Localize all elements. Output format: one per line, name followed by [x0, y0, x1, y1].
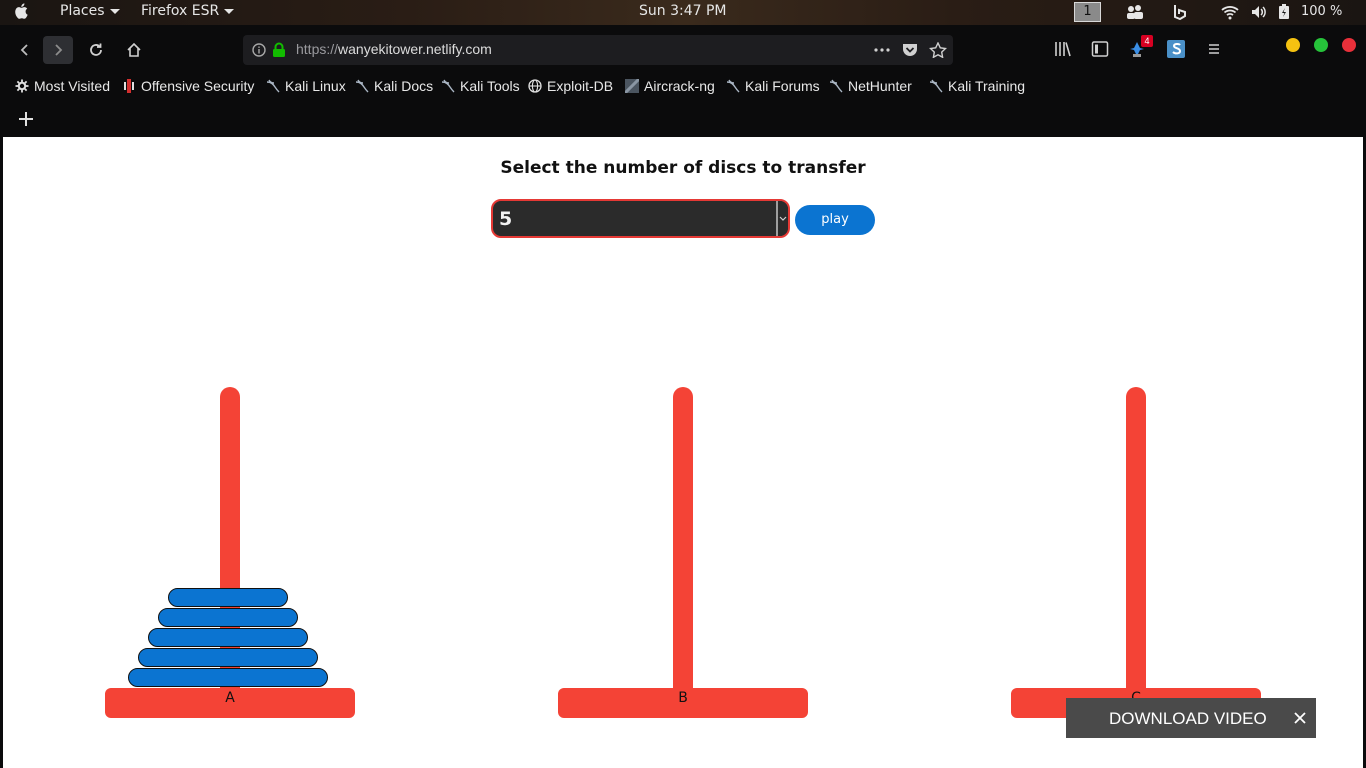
tower-label: B — [678, 690, 688, 706]
offsec-icon — [124, 79, 134, 93]
kali-dragon-icon — [266, 79, 280, 93]
sidebar-icon[interactable] — [1090, 39, 1110, 59]
download-video-bar[interactable]: DOWNLOAD VIDEO — [1066, 698, 1316, 738]
url-bar[interactable]: https://wanyekitower.netlify.com — [243, 35, 953, 65]
tower-pole — [673, 387, 693, 697]
bookmark-kali-docs[interactable]: Kali Docs — [355, 78, 433, 94]
battery-icon[interactable] — [1278, 4, 1290, 20]
workspace-indicator[interactable]: 1 — [1074, 2, 1101, 22]
clock[interactable]: Sun 3:47 PM — [639, 3, 727, 19]
chevron-down-icon — [109, 8, 120, 14]
web-page: Select the number of discs to transfer 5… — [3, 137, 1363, 768]
close-window-button[interactable] — [1342, 38, 1356, 52]
bookmark-most-visited[interactable]: Most Visited — [15, 78, 110, 94]
places-menu[interactable]: Places — [60, 3, 120, 19]
bookmark-kali-tools[interactable]: Kali Tools — [441, 78, 520, 94]
bookmark-label: Kali Docs — [374, 78, 434, 94]
disc-3[interactable] — [148, 628, 308, 647]
bookmark-label: NetHunter — [848, 78, 912, 94]
bookmark-exploit-db[interactable]: Exploit-DB — [528, 78, 613, 94]
disc-1[interactable] — [168, 588, 288, 607]
home-icon — [127, 42, 141, 57]
disc-2[interactable] — [158, 608, 298, 627]
globe-icon — [528, 79, 542, 93]
library-icon[interactable] — [1053, 39, 1073, 59]
bookmark-label: Exploit-DB — [547, 78, 614, 94]
bookmark-kali-training[interactable]: Kali Training — [929, 78, 1025, 94]
lock-icon[interactable] — [272, 42, 286, 58]
bookmark-label: Kali Tools — [460, 78, 520, 94]
kali-dragon-icon — [829, 79, 843, 93]
bookmark-label: Offensive Security — [141, 78, 255, 94]
bookmark-label: Kali Training — [948, 78, 1026, 94]
chevron-down-icon[interactable] — [776, 201, 788, 236]
tower-label: A — [225, 690, 235, 706]
bookmark-kali-linux[interactable]: Kali Linux — [266, 78, 346, 94]
places-label: Places — [60, 3, 105, 19]
minimize-button[interactable] — [1286, 38, 1300, 52]
close-icon[interactable] — [1293, 711, 1307, 725]
browser-toolbar: https://wanyekitower.netlify.com 4 — [0, 25, 1366, 73]
bookmark-kali-forums[interactable]: Kali Forums — [726, 78, 820, 94]
reload-button[interactable] — [81, 36, 111, 64]
bookmark-label: Kali Forums — [745, 78, 820, 94]
kali-dragon-icon — [726, 79, 740, 93]
apple-icon[interactable] — [14, 3, 28, 19]
bookmarks-toolbar: Most Visited Offensive Security Kali Lin… — [0, 73, 1366, 101]
bookmark-label: Aircrack-ng — [644, 78, 715, 94]
tower-pole — [1126, 387, 1146, 697]
app-menu[interactable]: Firefox ESR — [141, 3, 235, 19]
disc-count-select[interactable]: 5 — [491, 199, 790, 238]
forward-button[interactable] — [43, 36, 73, 64]
reload-icon — [90, 43, 102, 56]
pocket-icon[interactable] — [901, 42, 919, 58]
bookmark-star-icon[interactable] — [929, 42, 947, 58]
users-icon[interactable] — [1126, 4, 1144, 20]
chevron-down-icon — [224, 8, 235, 14]
kali-dragon-icon — [929, 79, 943, 93]
aircrack-icon — [625, 79, 639, 93]
bookmark-aircrack-ng[interactable]: Aircrack-ng — [625, 78, 715, 94]
stylus-icon[interactable] — [1166, 39, 1186, 59]
tower-b[interactable]: B — [558, 387, 808, 718]
gear-icon — [15, 79, 29, 93]
url-text[interactable]: https://wanyekitower.netlify.com — [296, 41, 492, 57]
system-top-bar: Places Firefox ESR Sun 3:47 PM 1 100 % — [0, 0, 1366, 25]
kali-dragon-icon — [441, 79, 455, 93]
bing-icon[interactable] — [1171, 4, 1189, 20]
bookmark-label: Kali Linux — [285, 78, 346, 94]
volume-icon[interactable] — [1250, 4, 1268, 20]
disc-4[interactable] — [138, 648, 318, 667]
maximize-button[interactable] — [1314, 38, 1328, 52]
info-icon[interactable] — [252, 43, 266, 57]
plus-icon[interactable] — [16, 109, 36, 129]
menu-icon[interactable] — [1204, 39, 1224, 59]
home-button[interactable] — [119, 36, 149, 64]
play-button[interactable]: play — [795, 205, 875, 235]
bookmark-offensive-security[interactable]: Offensive Security — [122, 78, 254, 94]
more-actions-icon[interactable] — [873, 42, 891, 58]
arrow-right-icon — [55, 44, 63, 56]
tower-c[interactable]: C — [1011, 387, 1261, 718]
disc-count-value: 5 — [499, 208, 513, 230]
url-host: wanyekitower.netlify.com — [338, 41, 492, 57]
disc-5[interactable] — [128, 668, 328, 687]
bookmark-label: Most Visited — [34, 78, 110, 94]
url-protocol: https:// — [296, 41, 339, 57]
kali-dragon-icon — [355, 79, 369, 93]
arrow-left-icon — [20, 44, 28, 56]
app-menu-label: Firefox ESR — [141, 3, 220, 19]
tower-a[interactable]: A — [105, 387, 355, 718]
wifi-icon[interactable] — [1221, 4, 1239, 20]
download-video-label[interactable]: DOWNLOAD VIDEO — [1109, 709, 1267, 729]
page-title: Select the number of discs to transfer — [500, 158, 866, 178]
back-button[interactable] — [10, 36, 40, 64]
bookmark-nethunter[interactable]: NetHunter — [829, 78, 912, 94]
extension-badge: 4 — [1141, 35, 1153, 47]
battery-percentage: 100 % — [1301, 4, 1343, 19]
tab-strip — [0, 101, 1366, 137]
